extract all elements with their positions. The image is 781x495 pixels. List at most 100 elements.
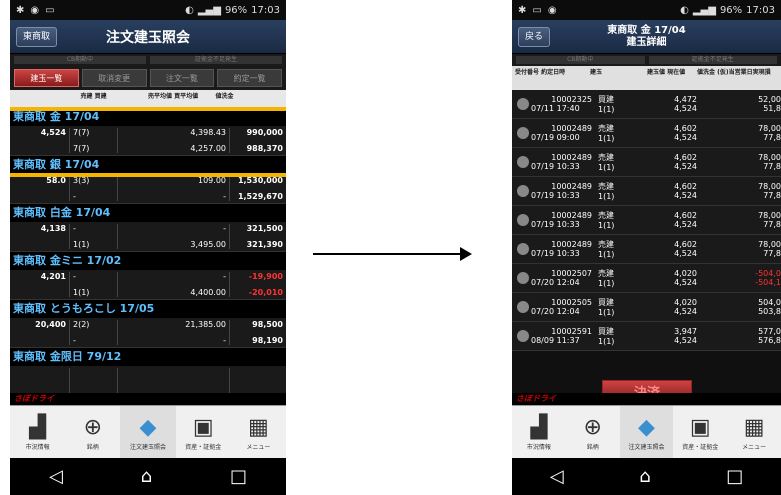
position-row[interactable]: 4,138-1(1) -3,495.00 321,500 321,390	[10, 222, 286, 252]
receipt-number: 10002489	[551, 153, 592, 162]
position-qty: 1(1)	[598, 337, 615, 346]
nav-order-inquiry[interactable]: ◆ 注文建玉照会	[619, 406, 674, 458]
select-radio[interactable]	[517, 301, 529, 313]
mtm-value: 52,00	[758, 95, 781, 104]
back-icon[interactable]: ◁	[550, 466, 564, 487]
column-header: 受付番号 約定日時 建玉 建玉値 現在値 値洗金 (仮)当営業日実現損	[512, 66, 781, 90]
detail-row[interactable]: 10002489 07/19 10:33 売建 1(1) 4,602 4,524 78,00…	[512, 206, 781, 235]
position-group[interactable]: 東商取 金限日 79/12	[10, 348, 286, 396]
nav-order-inquiry[interactable]: ◆ 注文建玉照会	[120, 406, 176, 458]
group-name[interactable]: 東商取 とうもろこし 17/05	[10, 300, 286, 318]
select-radio[interactable]	[517, 330, 529, 342]
select-radio[interactable]	[517, 243, 529, 255]
globe-icon: ⊕	[83, 414, 103, 440]
buy-qty: 1(1)	[73, 240, 90, 249]
nav-market[interactable]: ▟ 市況情報	[10, 406, 65, 458]
sell-qty: 3(3)	[73, 176, 90, 185]
nav-menu[interactable]: ▦ メニュー	[231, 406, 286, 458]
position-row[interactable]: 4,201-1(1) -4,400.00 -19,900 -20,010	[10, 270, 286, 300]
select-radio[interactable]	[517, 156, 529, 168]
tag-icon: ◆	[638, 414, 655, 440]
receipt-cell: 10002591 08/09 11:37	[531, 327, 594, 345]
back-button[interactable]: 戻る	[518, 27, 551, 47]
current-price: 4,524	[674, 307, 697, 316]
back-icon[interactable]: ◁	[49, 466, 63, 487]
group-name[interactable]: 東商取 金限日 79/12	[10, 348, 286, 366]
position-type: 売建	[598, 124, 614, 133]
detail-row[interactable]: 10002507 07/20 12:04 売建 1(1) 4,020 4,524 -504,…	[512, 264, 781, 293]
mtm-cell: 78,00 77,8	[701, 240, 781, 258]
nav-market[interactable]: ▟ 市況情報	[512, 406, 566, 458]
select-radio[interactable]	[517, 185, 529, 197]
select-radio[interactable]	[517, 98, 529, 110]
position-row[interactable]	[10, 366, 286, 396]
mtm-realized: 1,529,670	[237, 192, 283, 201]
price-cell: 4,020 4,524	[651, 269, 701, 287]
current-price: 4,524	[674, 336, 697, 345]
receipt-number: 10002489	[551, 211, 592, 220]
position-group[interactable]: 東商取 金ミニ 17/02 4,201-1(1) -4,400.00 -19,900-…	[10, 252, 286, 300]
nav-assets[interactable]: ▣ 資産・証拠金	[176, 406, 231, 458]
receipt-number: 10002505	[551, 298, 592, 307]
select-radio[interactable]	[517, 272, 529, 284]
tab-orders[interactable]: 注文一覧	[149, 69, 215, 87]
receipt-number: 10002489	[551, 124, 592, 133]
nav-menu[interactable]: ▦ メニュー	[727, 406, 781, 458]
screen-position-detail: ✱ ▭ ◉ ◐ ▂▄▆ 96% 17:03 戻る 東商取 金 17/04 建玉詳細 CB期動…	[512, 0, 781, 495]
nav-symbols[interactable]: ⊕ 銘柄	[65, 406, 120, 458]
signal-icon: ▂▄▆	[692, 4, 716, 16]
mtm-value: 98,500	[252, 320, 283, 329]
select-radio[interactable]	[517, 214, 529, 226]
current-price: 4,524	[674, 191, 697, 200]
price-cell: 4,020 4,524	[651, 298, 701, 316]
position-type: 売建	[598, 269, 614, 278]
entry-price: 4,472	[674, 95, 697, 104]
detail-row[interactable]: 10002489 07/19 10:33 売建 1(1) 4,602 4,524 78,00…	[512, 177, 781, 206]
position-group[interactable]: 東商取 白金 17/04 4,138-1(1) -3,495.00 321,500 32…	[10, 204, 286, 252]
col-blank	[13, 91, 81, 107]
tab-positions[interactable]: 建玉一覧	[14, 69, 79, 87]
mtm-cell: 504,0 503,8	[701, 298, 781, 316]
group-name[interactable]: 東商取 白金 17/04	[10, 204, 286, 222]
safe-icon: ▣	[192, 414, 214, 440]
mtm-cell: 52,00 51,8	[701, 95, 781, 113]
tab-executions[interactable]: 約定一覧	[217, 69, 282, 87]
current-price: 58.0	[46, 176, 66, 185]
detail-row[interactable]: 10002489 07/19 10:33 売建 1(1) 4,602 4,524 78,00…	[512, 148, 781, 177]
recents-icon[interactable]: □	[230, 466, 247, 487]
mtm-realized: 77,8	[763, 220, 781, 229]
home-icon[interactable]: ⌂	[141, 466, 152, 487]
screen-order-inquiry: ✱ ◉ ▭ ◐ ▂▄▆ 96% 17:03 東商取 注文建玉照会 CB期動中 証拠金不足発…	[10, 0, 286, 495]
wifi-icon: ◐	[185, 4, 194, 16]
image-icon: ▭	[45, 4, 55, 16]
price-cell: 4,602 4,524	[651, 124, 701, 142]
position-qty: 1(1)	[598, 221, 615, 230]
position-row[interactable]: 20,400 2(2) - 21,385.00 - 98,500 98,190	[10, 318, 286, 348]
position-group[interactable]: 東商取 とうもろこし 17/05 20,400 2(2) -21,385.00-98,…	[10, 300, 286, 348]
app-icon: ◉	[547, 4, 557, 16]
select-radio[interactable]	[517, 127, 529, 139]
detail-row[interactable]: 10002325 07/11 17:40 買建 1(1) 4,472 4,524 52,00…	[512, 90, 781, 119]
brand-logo: さぼドライ	[512, 393, 781, 405]
exec-date: 07/19 10:33	[531, 162, 580, 171]
receipt-cell: 10002507 07/20 12:04	[531, 269, 594, 287]
detail-row[interactable]: 10002489 07/19 09:00 売建 1(1) 4,602 4,524 78,00…	[512, 119, 781, 148]
exchange-button[interactable]: 東商取	[16, 27, 58, 47]
mtm-cell: 98,500 98,190	[230, 320, 286, 345]
recents-icon[interactable]: □	[726, 466, 743, 487]
buy-avg: 4,400.00	[190, 288, 226, 297]
price-cell: 4,472 4,524	[651, 95, 701, 113]
mtm-value: 1,530,000	[237, 176, 283, 185]
detail-row[interactable]: 10002489 07/19 10:33 売建 1(1) 4,602 4,524 78,00…	[512, 235, 781, 264]
detail-row[interactable]: 10002505 07/20 12:04 買建 1(1) 4,020 4,524 504,0…	[512, 293, 781, 322]
tab-cancel-modify[interactable]: 取消変更	[81, 69, 147, 87]
mtm-realized: -20,010	[248, 288, 283, 297]
nav-assets[interactable]: ▣ 資産・証拠金	[673, 406, 727, 458]
position-row[interactable]: 58.0 3(3) - 109.00 - 1,530,000 1,529,670	[10, 174, 286, 204]
group-name[interactable]: 東商取 金ミニ 17/02	[10, 252, 286, 270]
detail-row[interactable]: 10002591 08/09 11:37 買建 1(1) 3,947 4,524 577,0…	[512, 322, 781, 351]
nav-symbols[interactable]: ⊕ 銘柄	[566, 406, 620, 458]
mtm-realized: -504,1	[755, 278, 781, 287]
home-icon[interactable]: ⌂	[639, 466, 650, 487]
entry-price: 4,602	[674, 240, 697, 249]
